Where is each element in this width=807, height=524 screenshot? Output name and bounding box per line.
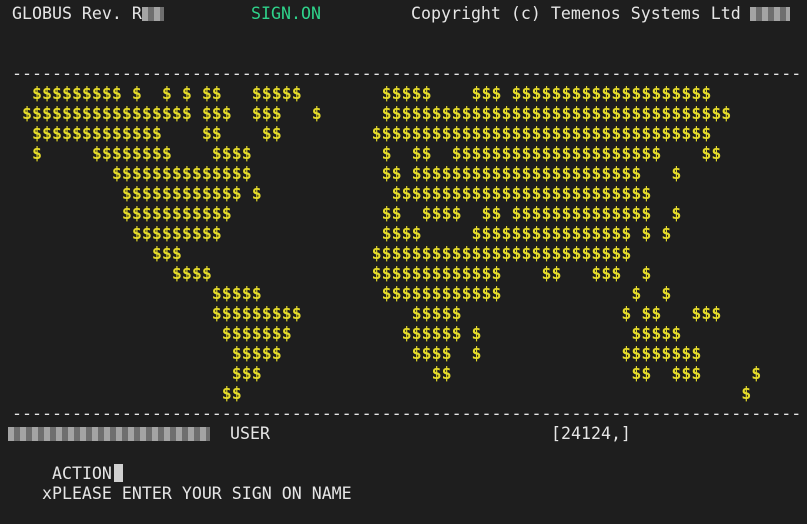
redacted-version	[142, 7, 164, 21]
prompt-line: xPLEASE ENTER YOUR SIGN ON NAME	[2, 464, 352, 503]
redacted-username	[8, 427, 210, 441]
product-name: GLOBUS Rev. R	[12, 4, 142, 23]
copyright-text: Copyright (c) Temenos Systems Ltd	[411, 4, 741, 23]
map-row: $$$$$$$$$ $ $ $ $$ $$$$$ $$$$$ $$$ $$$$$…	[12, 84, 712, 103]
session-id: [24124,]	[551, 424, 631, 443]
map-row: $$$$$$$$$ $$$$ $$$$$$$$$$$$$$$$ $ $	[12, 224, 672, 243]
map-row: $$$$$$$$$$$ $$ $$$$ $$ $$$$$$$$$$$$$$ $	[12, 204, 682, 223]
header-bar: GLOBUS Rev. R SIGN.ON Copyright (c) Teme…	[12, 4, 802, 24]
map-row: $$$$$$$$$ $$$$$ $ $$ $$$	[12, 304, 722, 323]
user-line: USER [24124,]	[8, 424, 802, 444]
map-row: $$$$$$$$$$$$$ $$ $$ $$$$$$$$$$$$$$$$$$$$…	[12, 124, 712, 143]
map-row: $$$$ $$$$$$$$$$$$$ $$ $$$ $	[12, 264, 652, 283]
map-row: $$$ $$$$$$$$$$$$$$$$$$$$$$$$$$	[12, 244, 632, 263]
screen-mode: SIGN.ON	[251, 4, 321, 23]
action-line[interactable]: ACTION	[12, 444, 123, 483]
map-row: $$$$$ $$$$ $ $$$$$$$$	[12, 344, 702, 363]
map-row: $$ $	[12, 384, 752, 403]
top-divider: ----------------------------------------…	[12, 64, 802, 83]
bottom-divider: ----------------------------------------…	[12, 404, 802, 423]
sign-on-prompt: xPLEASE ENTER YOUR SIGN ON NAME	[41, 484, 352, 503]
redacted-year	[750, 7, 790, 21]
map-row: $$$$$$$$$$$$$$$$$ $$$ $$$ $ $$$$$$$$$$$$…	[12, 104, 732, 123]
map-row: $$$ $$ $$ $$$ $	[12, 364, 762, 383]
map-row: $$$$$$$ $$$$$$ $ $$$$$	[12, 324, 682, 343]
map-row: $ $$$$$$$$ $$$$ $ $$ $$$$$$$$$$$$$$$$$$$…	[12, 144, 722, 163]
map-row: $$$$$$$$$$$$$$ $$ $$$$$$$$$$$$$$$$$$$$$$…	[12, 164, 682, 183]
user-label: USER	[230, 424, 270, 443]
map-row: $$$$$$$$$$$$ $ $$$$$$$$$$$$$$$$$$$$$$$$$…	[12, 184, 652, 203]
map-row: $$$$$ $$$$$$$$$$$$ $ $	[12, 284, 672, 303]
